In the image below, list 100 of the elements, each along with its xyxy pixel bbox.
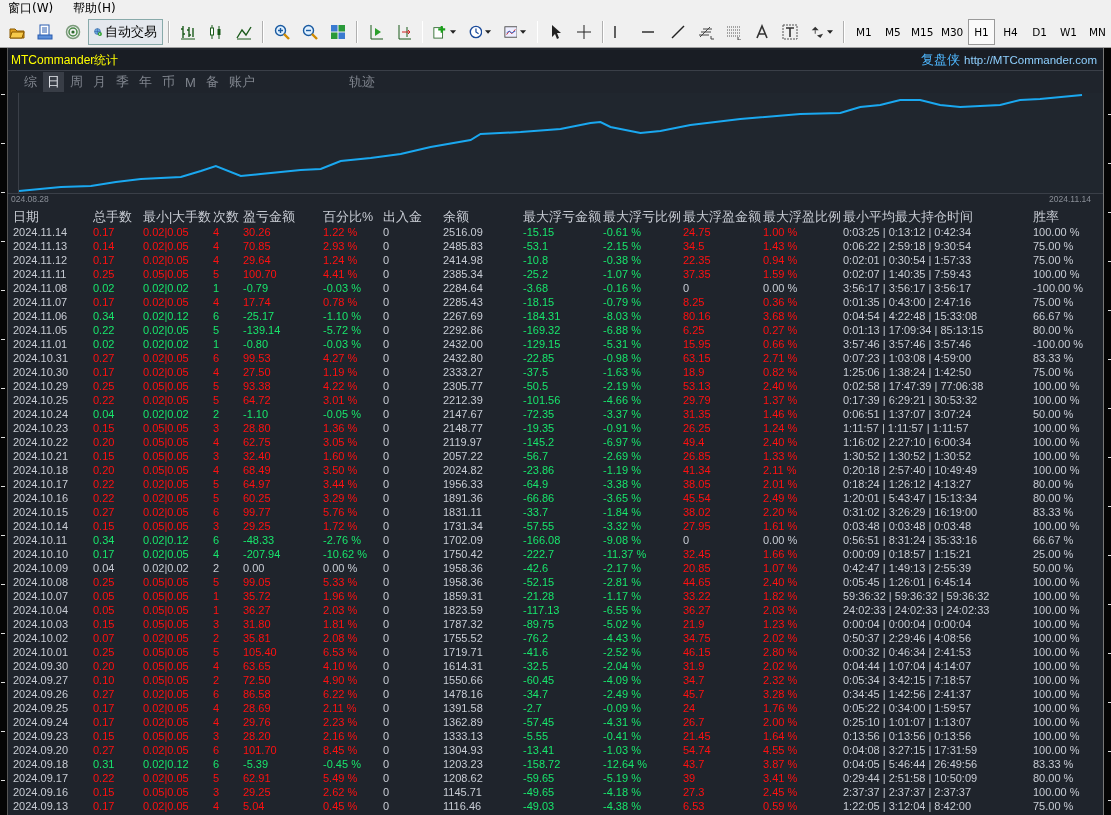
table-cell-text: 1859.31 (443, 589, 484, 603)
timeframe-button[interactable]: M30 (938, 19, 966, 45)
table-cell-text: 0.05 (93, 603, 116, 617)
table-cell-text: 2024.11.14 (13, 225, 69, 239)
table-cell-text: 0.82 % (763, 365, 799, 379)
text-icon (754, 24, 771, 40)
panel-title: MTCommander统计 (11, 51, 119, 69)
table-cell-text: 29.25 (243, 785, 272, 799)
table-cell-text: 63.15 (683, 351, 712, 365)
table-cell-text: 1.66 % (763, 547, 799, 561)
table-cell-text: 0.02|0.05 (143, 351, 190, 365)
timeframe-button[interactable]: MN (1084, 19, 1111, 45)
table-cell-text: 2024.10.03 (13, 617, 70, 631)
table-cell-text: 100.00 % (1033, 575, 1081, 589)
table-cell-text: 1.60 % (323, 449, 359, 463)
table-cell-text: 0.15 (93, 421, 116, 435)
menu-item[interactable]: 窗口(W) (6, 0, 56, 17)
table-cell-text: 2024.11.11 (13, 267, 68, 281)
table-cell-text: 2.45 % (763, 785, 799, 799)
table-cell-text: 21.45 (683, 729, 712, 743)
period-tab[interactable]: 年 (135, 72, 156, 92)
table-cell-text: 2024.09.26 (13, 687, 70, 701)
table-cell-text: -6.88 % (603, 323, 642, 337)
table-cell-text: 4.27 % (323, 351, 359, 365)
timeframe-button[interactable]: M5 (879, 19, 907, 45)
timeframe-button[interactable]: D1 (1026, 19, 1053, 45)
table-cell-text: -89.75 (523, 617, 556, 631)
track-tab[interactable]: 轨迹 (344, 72, 379, 92)
table-cell-text: 0 (383, 561, 391, 575)
table-cell-text: 6 (213, 505, 221, 519)
table-cell-text: 0:06:51 | 1:37:07 | 3:07:24 (843, 407, 973, 421)
table-cell-text: 41.34 (683, 463, 712, 477)
table-cell-text: 100.00 % (1033, 645, 1081, 659)
table-cell-text: 3 (213, 421, 221, 435)
table-cell-text: 1.59 % (763, 267, 799, 281)
table-cell-text: 0.02|0.05 (143, 393, 190, 407)
table-cell-text: 80.00 % (1033, 771, 1075, 785)
table-cell-text: 0.17 (93, 253, 116, 267)
table-cell-text: 0 (383, 323, 391, 337)
timeframe-button[interactable]: H1 (968, 19, 995, 45)
table-cell-text: -64.9 (523, 477, 550, 491)
auto-trading-button[interactable]: 自动交易 (88, 19, 163, 45)
table-cell-text: 0.05 (93, 589, 116, 603)
period-tab[interactable]: 币 (158, 72, 179, 92)
vertical-line-icon (614, 26, 617, 38)
table-cell-text: 1731.34 (443, 519, 484, 533)
timeframe-button[interactable]: H4 (997, 19, 1024, 45)
table-cell-text: 100.00 % (1033, 463, 1081, 477)
table-cell-text: 0 (683, 533, 691, 547)
table-cell-text: 1116.46 (443, 799, 483, 813)
website-link[interactable]: http://MTCommander.com (964, 54, 1097, 66)
table-cell-text: 0 (383, 281, 391, 295)
period-tab[interactable]: 综 (20, 72, 41, 92)
table-cell-text: -5.19 % (603, 771, 642, 785)
table-cell-text: 0:01:35 | 0:43:00 | 2:47:16 (843, 295, 973, 309)
table-cell-text: -4.31 % (603, 715, 642, 729)
table-cell-text: 3.44 % (323, 477, 359, 491)
table-cell-text: 0 (383, 337, 391, 351)
table-cell-text: -222.7 (523, 547, 556, 561)
table-cell-text: 0.05|0.05 (143, 729, 190, 743)
table-cell-text: 5 (213, 323, 221, 337)
table-cell-text: 0.05|0.05 (143, 449, 190, 463)
timeframe-button[interactable]: W1 (1055, 19, 1082, 45)
table-cell-text: 0.31 (93, 757, 116, 771)
period-tab[interactable]: M (181, 73, 200, 91)
table-cell-text: 1:11:57 | 1:11:57 | 1:11:57 (843, 421, 970, 435)
table-cell-text: 6 (213, 533, 221, 547)
period-tab[interactable]: 备 (201, 72, 223, 92)
table-cell-text: 1362.89 (443, 715, 484, 729)
table-cell-text: -3.32 % (603, 519, 642, 533)
brand-name: 复盘侠 (921, 51, 961, 69)
table-cell-text: 0:02:07 | 1:40:35 | 7:59:43 (843, 267, 973, 281)
table-cell-text: 0:05:22 | 0:34:00 | 1:59:57 (843, 701, 973, 715)
table-cell-text: -0.98 % (603, 351, 642, 365)
table-cell-text: 2024.10.09 (13, 561, 70, 575)
period-tab[interactable]: 日 (43, 72, 64, 92)
table-cell-text: -48.33 (243, 533, 276, 547)
period-tab[interactable]: 账户 (224, 72, 259, 92)
table-cell-text: 0.02|0.05 (143, 701, 190, 715)
period-tab[interactable]: 月 (89, 72, 110, 92)
timeframe-button[interactable]: M15 (908, 19, 937, 45)
table-cell-text: 6 (213, 351, 221, 365)
table-cell-text: -2.15 % (603, 239, 642, 253)
column-header: 胜率 (1033, 209, 1060, 225)
table-cell-text: -25.2 (523, 267, 550, 281)
period-tab[interactable]: 季 (112, 72, 133, 92)
table-cell-text: 5 (213, 645, 221, 659)
table-cell-text: -57.45 (523, 715, 556, 729)
table-cell-text: 1958.36 (443, 561, 484, 575)
table-cell-text: 100.00 % (1033, 267, 1081, 281)
table-cell-text: -0.03 % (323, 281, 362, 295)
table-cell-text: 2024.10.02 (13, 631, 70, 645)
timeframe-button[interactable]: M1 (850, 19, 878, 45)
column-header: 盈亏金额 (243, 209, 296, 225)
table-cell-text: 0.04 (93, 407, 116, 421)
table-cell-text: 0 (383, 505, 391, 519)
table-cell-text: 0.36 % (763, 295, 799, 309)
period-tab[interactable]: 周 (66, 72, 87, 92)
menu-item[interactable]: 帮助(H) (71, 0, 118, 17)
table-cell-text: 1:30:52 | 1:30:52 | 1:30:52 (843, 449, 973, 463)
